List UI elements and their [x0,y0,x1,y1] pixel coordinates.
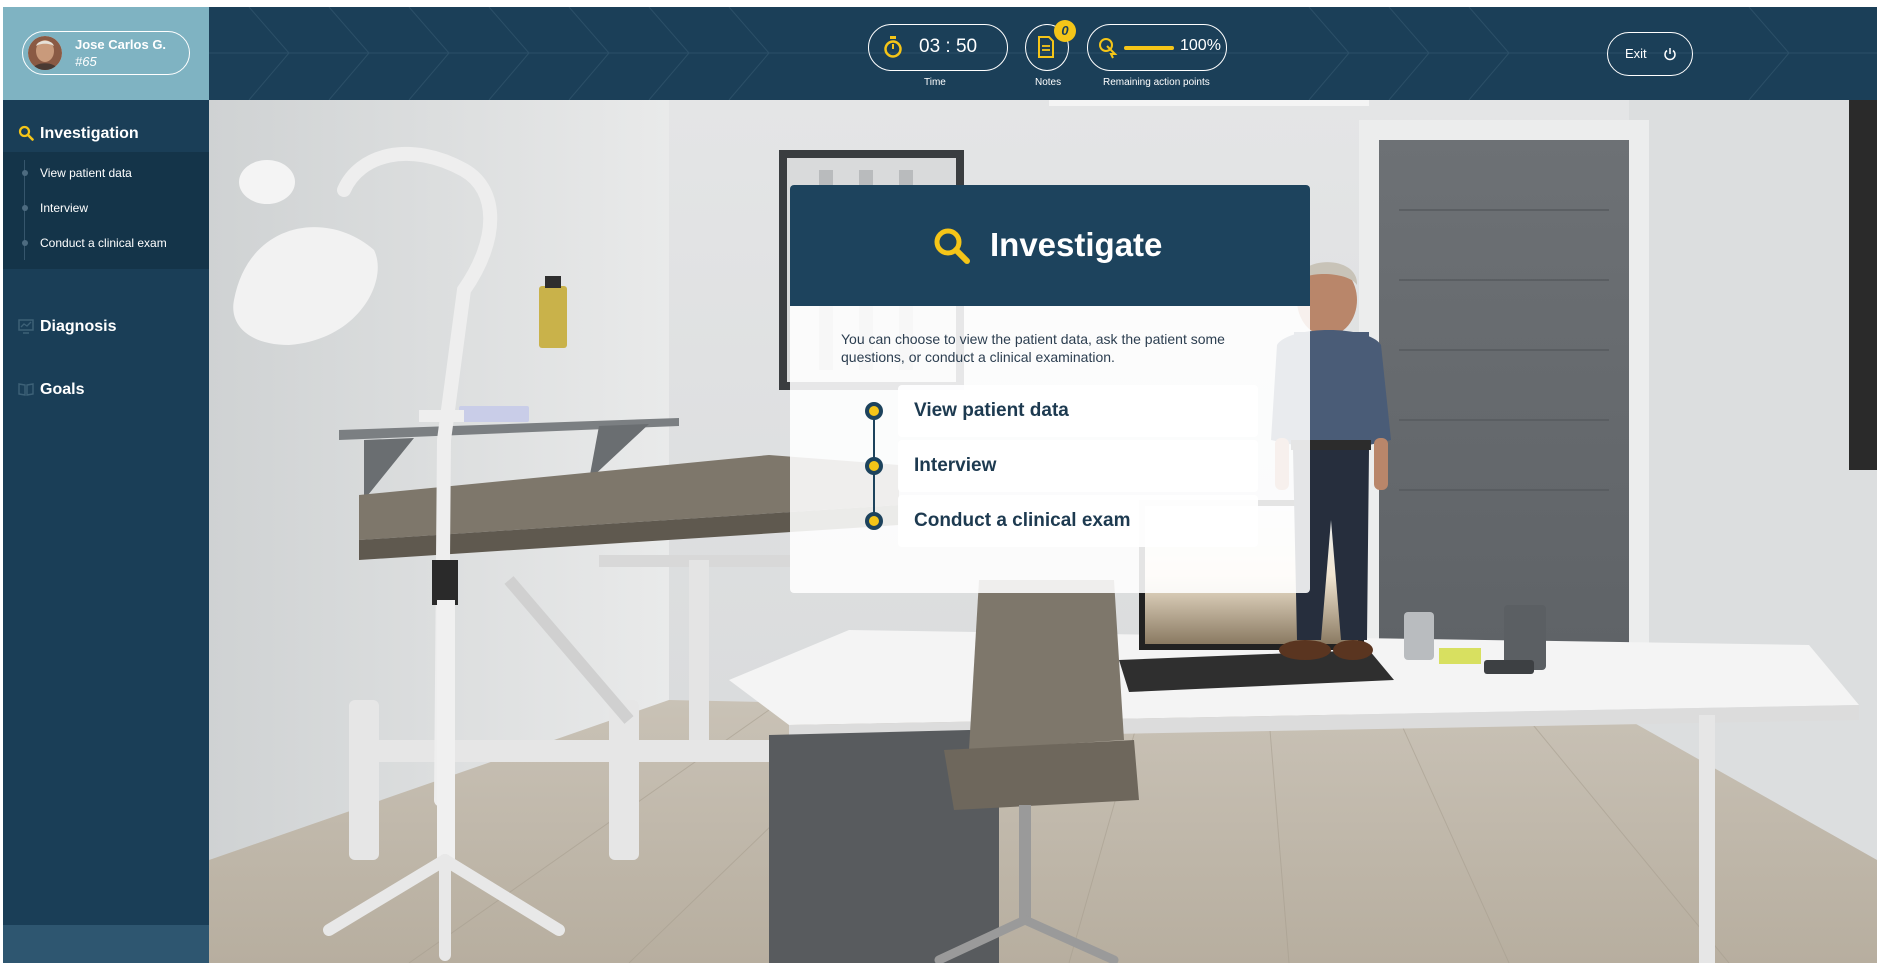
app-root: 03 : 50 Time 0 Notes 100% Remaining acti… [0,0,1877,963]
option-bullet-dot [865,512,883,530]
notes-count-badge: 0 [1054,20,1076,42]
timer-value: 03 : 50 [919,36,978,57]
nav-investigation-label: Investigation [40,125,139,142]
timer-caption: Time [924,77,946,88]
sidebar-item-label: View patient data [40,166,132,180]
action-points-bar-fill [1124,46,1174,50]
dialog-title: Investigate [990,226,1163,263]
cursor-click-icon [1099,38,1118,59]
sidebar-footer [3,925,209,963]
monitor-chart-icon [18,319,34,334]
magnifier-icon [934,228,970,264]
notes-document-icon [1038,36,1054,58]
exit-label: Exit [1625,46,1647,61]
sidebar-item-clinical-exam[interactable]: Conduct a clinical exam [3,226,209,260]
option-label: View patient data [914,400,1069,421]
sidebar-item-view-patient-data[interactable]: View patient data [3,156,209,190]
bullet-dot [22,240,28,246]
top-hud-bar: 03 : 50 Time 0 Notes 100% Remaining acti… [209,7,1877,100]
action-points-display: 100% [1087,24,1227,71]
bullet-dot [22,170,28,176]
patient-card[interactable]: Jose Carlos G. #65 [22,31,190,75]
option-clinical-exam[interactable]: Conduct a clinical exam [898,495,1258,547]
nav-investigation[interactable]: Investigation [3,114,209,152]
nav-goals[interactable]: Goals [3,370,209,406]
nav-diagnosis[interactable]: Diagnosis [3,307,209,343]
action-points-value: 100% [1180,37,1221,54]
patient-avatar [28,36,62,70]
stopwatch-icon [884,36,902,58]
sidebar: Jose Carlos G. #65 Investigation View pa… [3,7,209,963]
sidebar-item-label: Interview [40,201,89,215]
exit-button[interactable]: Exit [1607,32,1693,76]
notes-caption: Notes [1035,77,1062,88]
bullet-dot [22,205,28,211]
investigate-dialog: Investigate You can choose to view the p… [790,185,1310,593]
nav-diagnosis-label: Diagnosis [40,318,117,335]
sidebar-item-interview[interactable]: Interview [3,191,209,225]
dialog-description: You can choose to view the patient data,… [841,331,1225,365]
option-label: Conduct a clinical exam [914,510,1131,531]
sidebar-item-label: Conduct a clinical exam [40,236,167,250]
patient-name: Jose Carlos G. [75,37,167,52]
option-view-patient-data[interactable]: View patient data [898,385,1258,437]
option-interview[interactable]: Interview [898,440,1258,492]
investigation-subitems: View patient data Interview Conduct a cl… [3,152,209,269]
action-points-caption: Remaining action points [1103,77,1210,88]
dialog-header: Investigate [790,185,1310,306]
option-label: Interview [914,455,997,476]
patient-panel: Jose Carlos G. #65 [3,7,209,100]
timer-display: 03 : 50 [868,24,1008,71]
option-bullet-dot [865,457,883,475]
magnifier-icon [18,125,34,141]
nav-goals-label: Goals [40,381,85,398]
open-book-icon [18,383,34,396]
patient-portrait-icon [28,36,62,70]
power-icon [1664,48,1676,61]
patient-id: #65 [75,54,97,69]
action-points-bar [1124,46,1174,50]
nav-section-investigation: Investigation View patient data Intervie… [3,114,209,279]
option-bullet-dot [865,402,883,420]
